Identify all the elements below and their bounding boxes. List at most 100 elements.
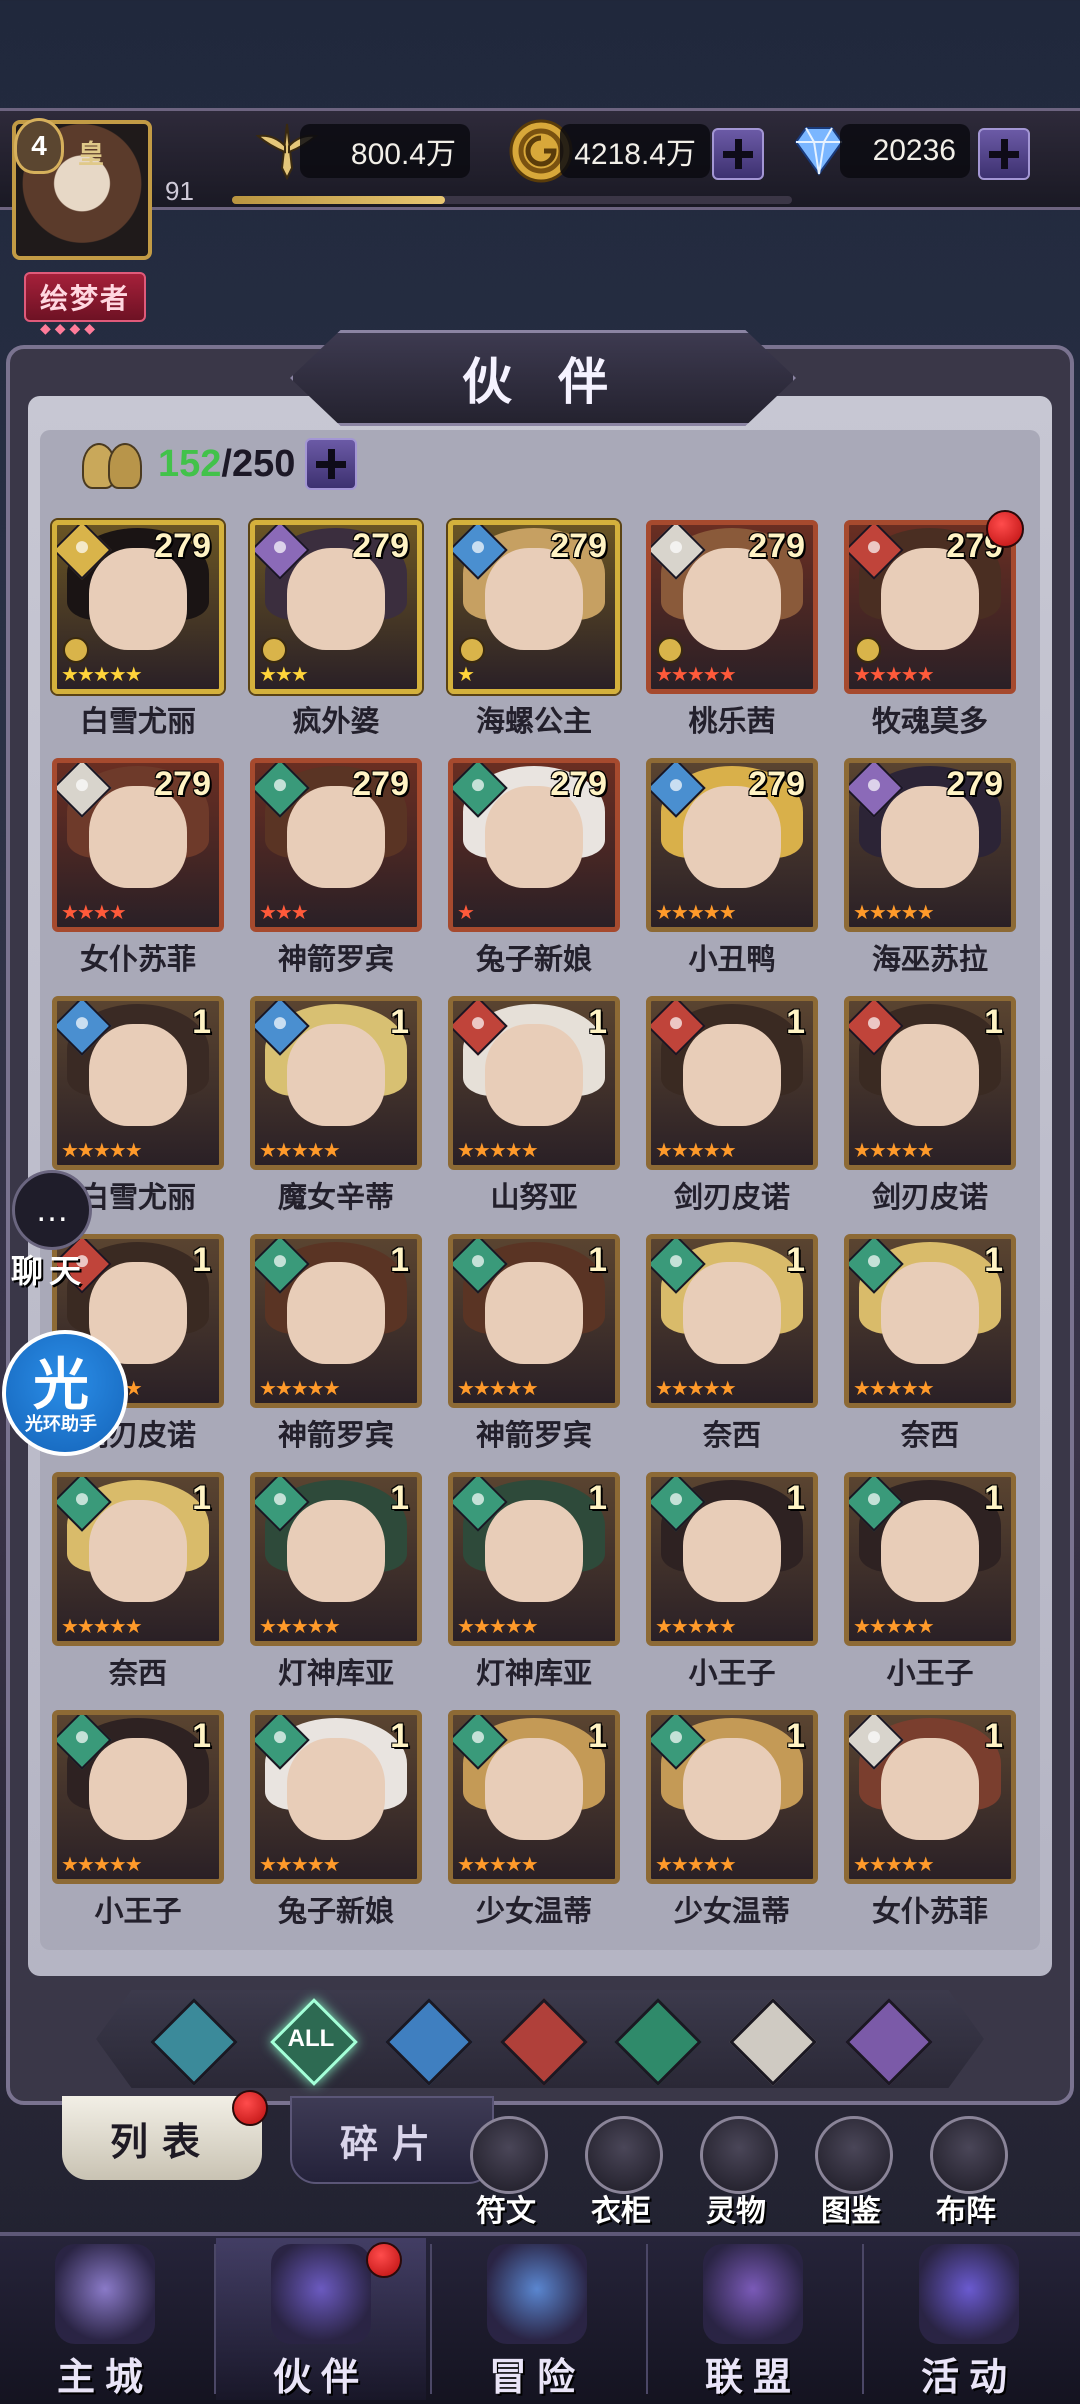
hero-level: 1 bbox=[192, 1003, 211, 1041]
hero-card[interactable]: 279 ★★★★★ 小丑鸭 bbox=[646, 758, 818, 976]
hero-name: 少女温蒂 bbox=[475, 1896, 592, 1928]
filter-fire-button[interactable] bbox=[500, 1998, 588, 2086]
add-gold-button[interactable] bbox=[712, 128, 764, 180]
page-title: 伙 伴 bbox=[462, 354, 624, 410]
hero-card[interactable]: 1 ★★★★★ 奈西 bbox=[52, 1472, 224, 1690]
hero-card[interactable]: 279 ★★★★★ 海巫苏拉 bbox=[844, 758, 1016, 976]
add-diamond-button[interactable] bbox=[978, 128, 1030, 180]
shield-icon bbox=[703, 2244, 803, 2344]
hero-face bbox=[287, 1023, 385, 1126]
nav-shield[interactable]: 联盟 bbox=[648, 2238, 858, 2400]
nav-separator bbox=[862, 2244, 864, 2394]
roster-count: 152/250 bbox=[78, 436, 358, 492]
nav-separator bbox=[646, 2244, 648, 2394]
hero-portrait: 1 ★★★★★ bbox=[448, 996, 620, 1170]
hero-stars: ★★★★★ bbox=[61, 1140, 143, 1162]
hero-card[interactable]: 1 ★★★★★ 魔女辛蒂 bbox=[250, 996, 422, 1214]
roster-max: /250 bbox=[221, 442, 296, 485]
nav-cards[interactable]: 活动 bbox=[864, 2238, 1074, 2400]
hero-card[interactable]: 279 ★★★ 疯外婆 bbox=[250, 520, 422, 738]
filter-void-button[interactable] bbox=[845, 1998, 933, 2086]
codex-button[interactable]: 图鉴 bbox=[801, 2116, 901, 2228]
nav-castle[interactable]: 主城 bbox=[0, 2238, 210, 2400]
filter-label bbox=[729, 1998, 811, 2080]
filter-all-button[interactable]: ALL bbox=[270, 1998, 358, 2086]
filter-water-button[interactable] bbox=[385, 1998, 473, 2086]
hero-portrait: 279 ★★★ bbox=[250, 758, 422, 932]
hero-card[interactable]: 1 ★★★★★ 奈西 bbox=[844, 1234, 1016, 1452]
hero-card[interactable]: 1 ★★★★★ 山努亚 bbox=[448, 996, 620, 1214]
filter-light-button[interactable] bbox=[729, 1998, 817, 2086]
nav-compass[interactable]: 冒险 bbox=[432, 2238, 642, 2400]
filter-label: ALL bbox=[287, 2025, 335, 2052]
hero-card[interactable]: 279 ★★★ 神箭罗宾 bbox=[250, 758, 422, 976]
experience-bar bbox=[232, 196, 792, 204]
hero-stars: ★★★★★ bbox=[259, 1140, 341, 1162]
hero-card[interactable]: 1 ★★★★★ 小王子 bbox=[646, 1472, 818, 1690]
hero-card[interactable]: 1 ★★★★★ 兔子新娘 bbox=[250, 1710, 422, 1928]
hero-name: 小王子 bbox=[886, 1658, 974, 1690]
hero-card[interactable]: 1 ★★★★★ 小王子 bbox=[844, 1472, 1016, 1690]
hero-card[interactable]: 279 ★ 兔子新娘 bbox=[448, 758, 620, 976]
hero-stars: ★★★★★ bbox=[259, 1616, 341, 1638]
player-title-badge[interactable]: 绘梦者 bbox=[24, 272, 146, 322]
wizard-hat-icon bbox=[271, 2244, 371, 2344]
hero-level: 1 bbox=[192, 1717, 211, 1755]
nav-wizard-hat[interactable]: 伙伴 bbox=[216, 2238, 426, 2400]
hero-card[interactable]: 1 ★★★★★ 灯神库亚 bbox=[250, 1472, 422, 1690]
hero-stars: ★★★★★ bbox=[853, 902, 935, 924]
hero-card[interactable]: 279 ★★★★★ 白雪尤丽 bbox=[52, 520, 224, 738]
cards-icon bbox=[919, 2244, 1019, 2344]
hero-card[interactable]: 279 ★ 海螺公主 bbox=[448, 520, 620, 738]
hero-card[interactable]: 1 ★★★★★ 少女温蒂 bbox=[448, 1710, 620, 1928]
chat-bubble-icon: … bbox=[12, 1170, 92, 1250]
hero-face bbox=[881, 1261, 979, 1364]
hero-level: 1 bbox=[984, 1003, 1003, 1041]
formation-button[interactable]: 布阵 bbox=[916, 2116, 1016, 2228]
vip-label: 皇 bbox=[78, 139, 105, 169]
hero-stars: ★★★★★ bbox=[457, 1140, 539, 1162]
hero-card[interactable]: 279 ★★★★ 女仆苏菲 bbox=[52, 758, 224, 976]
chat-button[interactable]: … 聊天 bbox=[4, 1170, 94, 1300]
hero-card[interactable]: 279 ★★★★★ 牧魂莫多 bbox=[844, 510, 1024, 738]
hero-card[interactable]: 1 ★★★★★ 灯神库亚 bbox=[448, 1472, 620, 1690]
hero-portrait: 279 ★ bbox=[448, 520, 620, 694]
assistant-button[interactable]: 光 光环助手 bbox=[2, 1330, 128, 1456]
hero-portrait: 1 ★★★★★ bbox=[52, 1710, 224, 1884]
quick-button-label: 灵物 bbox=[706, 2195, 766, 2228]
hero-name: 兔子新娘 bbox=[475, 944, 592, 976]
filter-label bbox=[614, 1998, 696, 2080]
filter-dark-button[interactable] bbox=[150, 1998, 238, 2086]
hero-level: 1 bbox=[588, 1241, 607, 1279]
hero-level: 279 bbox=[352, 765, 409, 803]
hero-card[interactable]: 1 ★★★★★ 小王子 bbox=[52, 1710, 224, 1928]
hero-card[interactable]: 1 ★★★★★ 神箭罗宾 bbox=[250, 1234, 422, 1452]
hero-name: 灯神库亚 bbox=[475, 1658, 592, 1690]
filter-wind-button[interactable] bbox=[614, 1998, 702, 2086]
player-sub-level: 91 bbox=[165, 176, 194, 206]
hero-name: 小王子 bbox=[94, 1896, 182, 1928]
hero-name: 神箭罗宾 bbox=[277, 944, 394, 976]
hero-portrait: 279 ★★★★★ bbox=[844, 758, 1016, 932]
hero-face bbox=[485, 1737, 583, 1840]
hero-stars: ★★★★ bbox=[61, 902, 127, 924]
hero-portrait: 279 ★★★★ bbox=[52, 758, 224, 932]
hero-level: 1 bbox=[192, 1241, 211, 1279]
hero-card[interactable]: 279 ★★★★★ 桃乐茜 bbox=[646, 520, 818, 738]
quick-button-label: 布阵 bbox=[936, 2195, 996, 2228]
hero-stars: ★★★★★ bbox=[853, 664, 935, 686]
hero-card[interactable]: 1 ★★★★★ 神箭罗宾 bbox=[448, 1234, 620, 1452]
hero-name: 剑刃皮诺 bbox=[871, 1182, 988, 1214]
hero-card[interactable]: 1 ★★★★★ 女仆苏菲 bbox=[844, 1710, 1016, 1928]
hero-card[interactable]: 1 ★★★★★ 少女温蒂 bbox=[646, 1710, 818, 1928]
hero-face bbox=[287, 1737, 385, 1840]
hero-card[interactable]: 1 ★★★★★ 剑刃皮诺 bbox=[844, 996, 1016, 1214]
hero-card[interactable]: 1 ★★★★★ 奈西 bbox=[646, 1234, 818, 1452]
hero-portrait: 1 ★★★★★ bbox=[646, 1710, 818, 1884]
hero-stars: ★★★ bbox=[259, 902, 309, 924]
hero-card[interactable]: 1 ★★★★★ 剑刃皮诺 bbox=[646, 996, 818, 1214]
rune-button[interactable]: 符文 bbox=[456, 2116, 556, 2228]
expand-roster-button[interactable] bbox=[305, 438, 358, 490]
spirit-item-button[interactable]: 灵物 bbox=[686, 2116, 786, 2228]
wardrobe-button[interactable]: 衣柜 bbox=[571, 2116, 671, 2228]
